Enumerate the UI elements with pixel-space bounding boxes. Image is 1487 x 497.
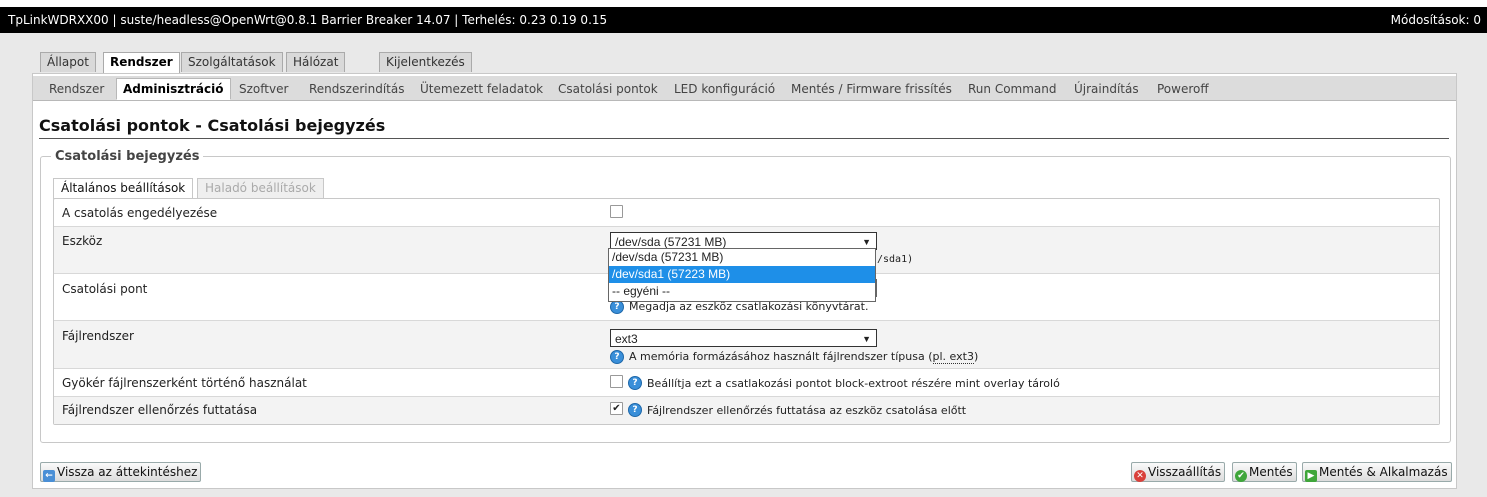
back-button[interactable]: ← Vissza az áttekintéshez bbox=[40, 462, 202, 482]
help-icon: ? bbox=[610, 300, 624, 314]
row-extroot: Gyökér fájlrenszerként történő használat… bbox=[54, 369, 1439, 397]
back-arrow-icon: ← bbox=[43, 470, 55, 482]
device-hint-tail: /sda1) bbox=[877, 254, 914, 265]
dropdown-option-selected[interactable]: /dev/sda1 (57223 MB) bbox=[609, 266, 875, 283]
mountpoint-label: Csatolási pont bbox=[62, 282, 148, 296]
reset-button-label: Visszaállítás bbox=[1148, 465, 1222, 479]
top-status-bar: TpLinkWDRXX00 | suste/headless@OpenWrt@0… bbox=[0, 7, 1487, 33]
save-apply-button-label: Mentés & Alkalmazás bbox=[1319, 465, 1448, 479]
subtab-administration[interactable]: Adminisztráció bbox=[116, 78, 231, 100]
enable-label: A csatolás engedélyezése bbox=[62, 206, 218, 220]
device-select-value: /dev/sda (57231 MB) bbox=[615, 235, 727, 249]
save-button[interactable]: ✔ Mentés bbox=[1232, 462, 1297, 482]
save-check-icon: ✔ bbox=[1235, 470, 1247, 482]
tab-status[interactable]: Állapot bbox=[40, 52, 96, 72]
subtab-run-command[interactable]: Run Command bbox=[962, 79, 1063, 99]
row-enable: A csatolás engedélyezése bbox=[54, 199, 1439, 227]
save-apply-button[interactable]: ▶ Mentés & Alkalmazás bbox=[1302, 462, 1452, 482]
row-filesystem: Fájlrendszer ext3 ▼ ? A memória formázás… bbox=[54, 321, 1439, 369]
subtab-system[interactable]: Rendszer bbox=[43, 79, 110, 99]
subtab-software[interactable]: Szoftver bbox=[233, 79, 294, 99]
help-icon: ? bbox=[610, 350, 624, 364]
sub-tabs: Rendszer Adminisztráció Szoftver Rendsze… bbox=[33, 76, 1456, 101]
router-title: TpLinkWDRXX00 | suste/headless@OpenWrt@0… bbox=[8, 13, 608, 27]
apply-icon: ▶ bbox=[1305, 470, 1317, 482]
extroot-checkbox[interactable] bbox=[610, 375, 623, 388]
subtab-poweroff[interactable]: Poweroff bbox=[1151, 79, 1215, 99]
dropdown-option[interactable]: /dev/sda (57231 MB) bbox=[609, 249, 875, 266]
enable-checkbox[interactable] bbox=[610, 205, 623, 218]
device-dropdown-list: /dev/sda (57231 MB) /dev/sda1 (57223 MB)… bbox=[608, 248, 876, 302]
tab-logout[interactable]: Kijelentkezés bbox=[379, 52, 472, 72]
extroot-hint: Beállítja ezt a csatlakozási pontot bloc… bbox=[647, 377, 1060, 390]
tab-general-settings[interactable]: Általános beállítások bbox=[53, 178, 194, 199]
subtab-startup[interactable]: Rendszerindítás bbox=[303, 79, 410, 99]
options-table: A csatolás engedélyezése Eszköz /dev/sda… bbox=[53, 198, 1440, 425]
page-title: Csatolási pontok - Csatolási bejegyzés bbox=[39, 116, 1449, 139]
reset-icon: ✕ bbox=[1134, 470, 1146, 482]
dropdown-option[interactable]: -- egyéni -- bbox=[609, 283, 875, 300]
back-button-label: Vissza az áttekintéshez bbox=[57, 465, 198, 479]
subtab-backup-firmware[interactable]: Mentés / Firmware frissítés bbox=[785, 79, 958, 99]
device-label: Eszköz bbox=[62, 234, 103, 248]
tab-system[interactable]: Rendszer bbox=[103, 52, 180, 74]
subtab-scheduled-tasks[interactable]: Ütemezett feladatok bbox=[414, 79, 549, 99]
subtab-led-config[interactable]: LED konfiguráció bbox=[668, 79, 781, 99]
chevron-down-icon: ▼ bbox=[862, 334, 871, 344]
filesystem-select-value: ext3 bbox=[615, 332, 638, 346]
fsck-hint: Fájlrendszer ellenőrzés futtatása az esz… bbox=[647, 404, 967, 417]
help-icon: ? bbox=[628, 376, 642, 390]
save-button-label: Mentés bbox=[1249, 465, 1293, 479]
fsck-checkbox[interactable]: ✔ bbox=[610, 402, 623, 415]
tab-advanced-settings[interactable]: Haladó beállítások bbox=[197, 178, 324, 198]
extroot-label: Gyökér fájlrenszerként történő használat bbox=[62, 376, 307, 390]
fsck-label: Fájlrendszer ellenőrzés futtatása bbox=[62, 403, 258, 417]
filesystem-label: Fájlrendszer bbox=[62, 329, 134, 343]
tab-network[interactable]: Hálózat bbox=[286, 52, 346, 72]
filesystem-hint-example: pl. ext3 bbox=[932, 350, 974, 364]
filesystem-hint-end: ) bbox=[973, 350, 979, 363]
changes-counter[interactable]: Módosítások: 0 bbox=[1391, 7, 1481, 33]
help-icon: ? bbox=[628, 403, 642, 417]
reset-button[interactable]: ✕ Visszaállítás bbox=[1131, 462, 1226, 482]
filesystem-hint: A memória formázásához használt fájlrend… bbox=[629, 350, 979, 364]
subtab-reboot[interactable]: Újraindítás bbox=[1068, 79, 1145, 99]
fieldset-legend: Csatolási bejegyzés bbox=[51, 149, 204, 164]
tab-services[interactable]: Szolgáltatások bbox=[181, 52, 283, 72]
filesystem-select[interactable]: ext3 ▼ bbox=[610, 329, 877, 347]
filesystem-hint-text: A memória formázásához használt fájlrend… bbox=[629, 350, 933, 363]
row-fsck: Fájlrendszer ellenőrzés futtatása ✔ ? Fá… bbox=[54, 397, 1439, 424]
subtab-mount-points[interactable]: Csatolási pontok bbox=[552, 79, 664, 99]
